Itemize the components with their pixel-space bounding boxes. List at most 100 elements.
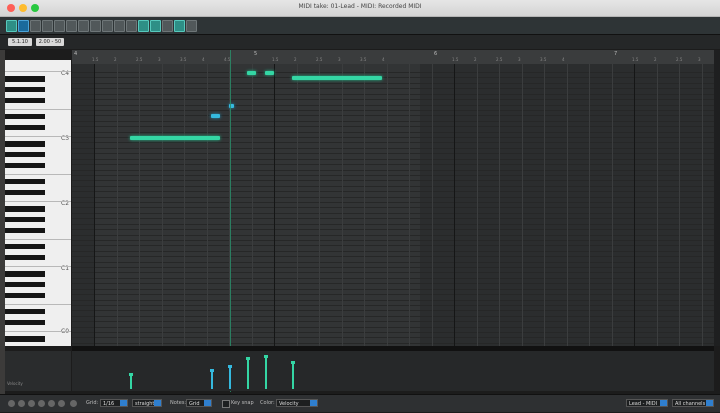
beat-line	[161, 64, 163, 346]
chevron-down-icon	[120, 400, 127, 406]
track-select[interactable]: Lead - MIDI	[626, 399, 668, 407]
black-key[interactable]	[5, 189, 45, 196]
pitch-row-line	[72, 196, 714, 198]
ruler-subdiv-label: 1.5	[92, 57, 99, 62]
metronome-icon[interactable]	[70, 400, 77, 407]
velocity-stem[interactable]	[210, 369, 214, 389]
ruler-subdiv-label: 2.5	[496, 57, 503, 62]
transpose-icon[interactable]	[126, 20, 137, 32]
active-item-region	[94, 64, 420, 346]
black-key[interactable]	[5, 292, 45, 299]
stop-icon[interactable]	[38, 400, 45, 407]
pointer-tool-icon[interactable]	[6, 20, 17, 32]
position-field[interactable]: 5.1.10	[8, 38, 32, 46]
drum-view-icon[interactable]	[42, 20, 53, 32]
pitch-row-line	[72, 82, 714, 84]
black-key[interactable]	[5, 179, 45, 185]
pitch-row-line	[72, 164, 714, 166]
pitch-row-line	[72, 245, 714, 247]
timeline-ruler[interactable]: 4 1.5 2 2.5 3 3.5 4 4.5 5 1.5 2 2.5 3 3.…	[72, 50, 714, 65]
info-bar: 5.1.10 2.00 - 50	[0, 35, 720, 49]
grid-division-select[interactable]: 1/16	[100, 399, 128, 407]
follow-playhead-icon[interactable]	[174, 20, 185, 32]
pencil-tool-icon[interactable]	[66, 20, 77, 32]
pitch-row-line	[72, 294, 714, 296]
black-key[interactable]	[5, 97, 45, 104]
pause-icon[interactable]	[28, 400, 35, 407]
velocity-stem[interactable]	[129, 373, 133, 389]
play-icon[interactable]	[18, 400, 25, 407]
black-key[interactable]	[5, 336, 45, 342]
midi-note[interactable]	[211, 114, 220, 119]
midi-note[interactable]	[292, 76, 382, 81]
event-list-icon[interactable]	[54, 20, 65, 32]
ruler-subdiv-label: 2	[294, 57, 297, 62]
loop-icon[interactable]	[162, 20, 173, 32]
piano-keyboard[interactable]: C4 C3 C2 C1 C0	[5, 60, 71, 346]
beat-line	[184, 64, 185, 346]
rewind-icon[interactable]	[8, 400, 15, 407]
black-key[interactable]	[5, 76, 45, 82]
midi-note[interactable]	[247, 71, 256, 75]
pitch-row-line	[72, 131, 714, 133]
midi-note[interactable]	[130, 136, 220, 140]
black-key[interactable]	[5, 151, 45, 158]
pitch-row-line	[72, 321, 714, 323]
velocity-lane[interactable]	[72, 351, 714, 391]
eraser-tool-icon[interactable]	[78, 20, 89, 32]
velocity-stem[interactable]	[264, 355, 268, 389]
midi-note[interactable]	[265, 71, 274, 75]
black-key[interactable]	[5, 271, 45, 277]
pitch-row-line	[72, 283, 714, 285]
color-mode-select[interactable]: Velocity	[276, 399, 318, 407]
velocity-stem[interactable]	[246, 357, 250, 389]
black-key[interactable]	[5, 309, 45, 315]
channel-select[interactable]: All channels	[672, 399, 714, 407]
black-key[interactable]	[5, 114, 45, 120]
black-key[interactable]	[5, 227, 45, 234]
pitch-row-line	[72, 239, 714, 241]
velocity-handle[interactable]	[210, 369, 214, 372]
repeat-icon[interactable]	[58, 400, 65, 407]
filter-icon[interactable]	[102, 20, 113, 32]
velocity-handle[interactable]	[291, 361, 295, 364]
pitch-row-line	[72, 267, 714, 268]
velocity-lane-header[interactable]: Velocity	[5, 351, 71, 391]
black-key[interactable]	[5, 244, 45, 250]
velocity-handle[interactable]	[228, 365, 232, 368]
velocity-stem[interactable]	[291, 361, 295, 389]
snap-toggle-icon[interactable]	[138, 20, 149, 32]
velocity-stem[interactable]	[228, 365, 232, 389]
length-field[interactable]: 2.00 - 50	[36, 38, 64, 46]
playhead-cursor[interactable]	[230, 50, 231, 392]
piano-roll-grid[interactable]	[72, 64, 714, 346]
pitch-row-line	[72, 72, 714, 73]
velocity-handle[interactable]	[129, 373, 133, 376]
quantize-icon[interactable]	[90, 20, 101, 32]
notes-select[interactable]: Grid	[186, 399, 212, 407]
velocity-handle[interactable]	[264, 355, 268, 358]
black-key[interactable]	[5, 254, 45, 261]
black-key[interactable]	[5, 141, 45, 147]
piano-roll-view-icon[interactable]	[18, 20, 29, 32]
pitch-row-line	[72, 218, 714, 220]
pitch-row-line	[72, 223, 714, 225]
key-snap-checkbox[interactable]	[222, 400, 230, 408]
humanize-icon[interactable]	[114, 20, 125, 32]
black-key[interactable]	[5, 162, 45, 169]
chevron-down-icon	[706, 400, 713, 406]
grid-toggle-icon[interactable]	[150, 20, 161, 32]
black-key[interactable]	[5, 206, 45, 212]
black-key[interactable]	[5, 281, 45, 288]
black-key[interactable]	[5, 319, 45, 326]
black-key[interactable]	[5, 86, 45, 93]
vertical-scrollbar[interactable]	[714, 50, 720, 346]
velocity-handle[interactable]	[246, 357, 250, 360]
record-icon[interactable]	[48, 400, 55, 407]
black-key[interactable]	[5, 216, 45, 223]
named-notes-view-icon[interactable]	[30, 20, 41, 32]
grid-type-select[interactable]: straight	[132, 399, 162, 407]
zoom-icon[interactable]	[186, 20, 197, 32]
pitch-row-line	[72, 169, 714, 171]
black-key[interactable]	[5, 124, 45, 131]
